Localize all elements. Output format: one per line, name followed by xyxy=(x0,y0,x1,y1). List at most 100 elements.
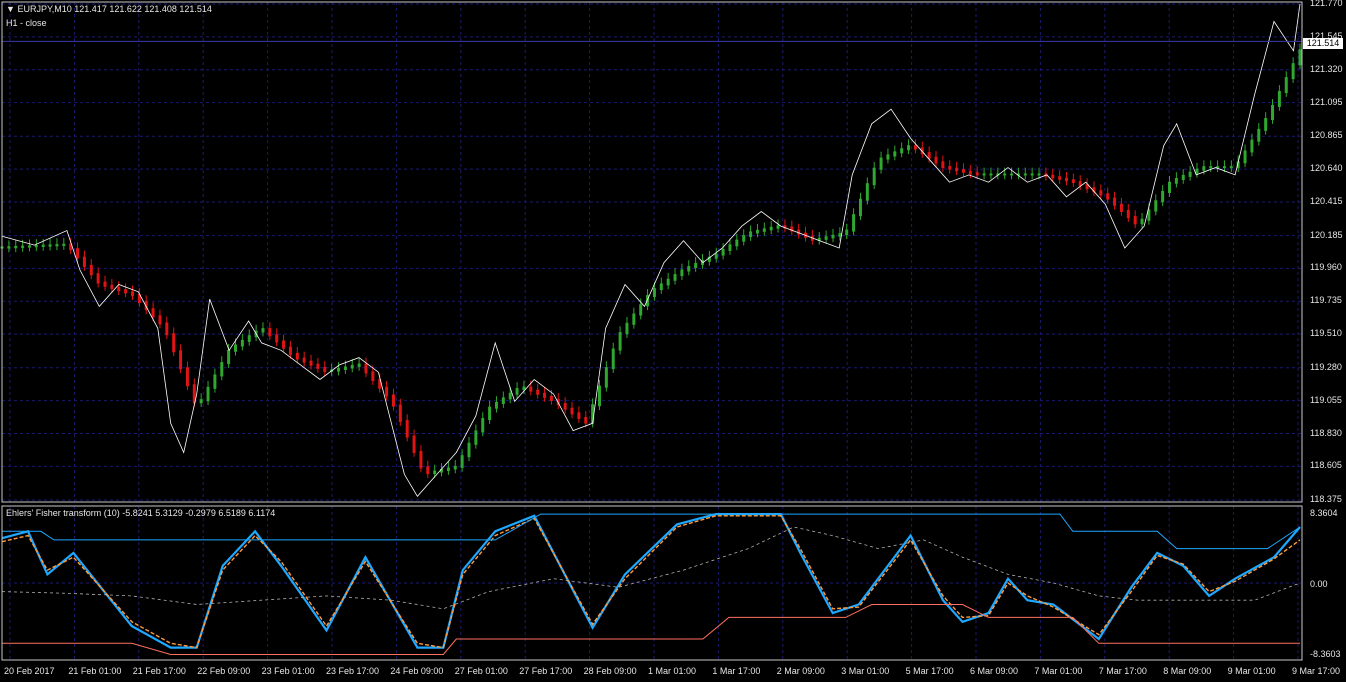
candle-body xyxy=(865,183,869,201)
collapse-triangle-icon[interactable]: ▼ xyxy=(6,4,15,14)
overlay-label: H1 - close xyxy=(6,18,47,28)
candle-body xyxy=(968,170,972,175)
candle-body xyxy=(481,418,485,433)
time-tick-label: 6 Mar 09:00 xyxy=(970,666,1019,676)
price-tick-label: 121.320 xyxy=(1310,63,1343,74)
candle-body xyxy=(76,248,80,259)
candle-body xyxy=(666,278,670,286)
candle-body xyxy=(577,412,581,419)
candle-body xyxy=(824,236,828,240)
candle-body xyxy=(295,352,299,360)
candle-body xyxy=(982,173,986,176)
candle-body xyxy=(975,172,979,176)
candle-body xyxy=(460,455,464,468)
price-tick-label: 121.770 xyxy=(1310,0,1343,8)
candle-body xyxy=(735,239,739,247)
time-tick-label: 20 Feb 2017 xyxy=(4,666,55,676)
candle-body xyxy=(1064,177,1068,182)
candle-body xyxy=(1071,179,1075,184)
candle-body xyxy=(872,167,876,186)
candle-body xyxy=(1051,174,1055,179)
time-tick-label: 21 Feb 01:00 xyxy=(68,666,122,676)
candle-body xyxy=(199,399,203,404)
time-tick-label: 9 Mar 01:00 xyxy=(1227,666,1276,676)
candle-body xyxy=(1003,173,1007,176)
candle-body xyxy=(845,229,849,236)
fisher-axis-zero: 0.00 xyxy=(1310,579,1328,589)
price-tick-label: 119.055 xyxy=(1310,394,1342,405)
candle-body xyxy=(48,244,52,247)
candle-body xyxy=(1277,91,1281,107)
candle-body xyxy=(604,367,608,388)
candle-body xyxy=(536,389,540,395)
candle-body xyxy=(1264,118,1268,131)
candle-body xyxy=(337,367,341,372)
candle-body xyxy=(852,214,856,232)
candle-body xyxy=(206,386,210,402)
candle-body xyxy=(446,467,450,471)
indicator-title: Ehlers' Fisher transform (10) -5.8241 5.… xyxy=(6,508,276,518)
candle-body xyxy=(1119,203,1123,212)
candle-body xyxy=(1010,173,1014,176)
price-chart[interactable] xyxy=(0,3,1303,497)
candle-body xyxy=(172,333,176,353)
time-tick-label: 28 Feb 09:00 xyxy=(583,666,637,676)
time-tick-label: 2 Mar 09:00 xyxy=(776,666,825,676)
candle-body xyxy=(364,363,368,374)
chart-canvas[interactable] xyxy=(0,0,1346,682)
candle-body xyxy=(989,173,993,176)
chart-frame xyxy=(1,1,1303,661)
candle-body xyxy=(103,281,107,287)
candle-body xyxy=(694,262,698,269)
candle-body xyxy=(261,328,265,333)
candle-body xyxy=(1271,104,1275,121)
symbol-info: EURJPY,M10 121.417 121.622 121.408 121.5… xyxy=(17,4,212,14)
candle-body xyxy=(1140,218,1144,225)
candle-body xyxy=(742,235,746,242)
candle-body xyxy=(769,226,773,231)
candle-body xyxy=(1257,128,1261,142)
candle-body xyxy=(858,198,862,217)
candle-body xyxy=(508,392,512,400)
candle-body xyxy=(755,229,759,234)
candle-body xyxy=(467,442,471,458)
time-tick-label: 23 Feb 17:00 xyxy=(326,666,380,676)
candle-body xyxy=(398,404,402,423)
candle-body xyxy=(82,256,86,267)
candle-body xyxy=(687,266,691,272)
current-price-label: 121.514 xyxy=(1303,38,1343,49)
candle-body xyxy=(913,145,917,150)
time-tick-label: 5 Mar 17:00 xyxy=(905,666,954,676)
candle-body xyxy=(1284,77,1288,94)
chart-grid xyxy=(2,2,1302,660)
candle-body xyxy=(385,386,389,397)
candle-body xyxy=(1181,174,1185,180)
time-tick-label: 7 Mar 17:00 xyxy=(1098,666,1147,676)
candle-body xyxy=(879,157,883,170)
candle-body xyxy=(288,346,292,355)
time-tick-label: 8 Mar 09:00 xyxy=(1163,666,1212,676)
candle-body xyxy=(1113,197,1117,206)
candle-body xyxy=(1174,177,1178,184)
candle-body xyxy=(488,406,492,421)
candle-body xyxy=(611,348,615,370)
candle-body xyxy=(680,269,684,277)
candle-body xyxy=(900,148,904,154)
candle-body xyxy=(474,430,478,445)
candle-body xyxy=(412,435,416,453)
candle-body xyxy=(831,234,835,239)
candle-body xyxy=(240,339,244,347)
candle-body xyxy=(433,470,437,475)
candle-body xyxy=(941,161,945,169)
candle-body xyxy=(961,169,965,173)
time-tick-label: 3 Mar 01:00 xyxy=(841,666,890,676)
time-tick-label: 9 Mar 17:00 xyxy=(1292,666,1341,676)
time-tick-label: 22 Feb 09:00 xyxy=(197,666,251,676)
candle-body xyxy=(247,335,251,342)
price-pane-border xyxy=(1,1,1303,503)
candle-body xyxy=(110,284,114,289)
candle-body xyxy=(1133,216,1137,225)
candle-body xyxy=(117,286,121,292)
symbol-header: ▼ EURJPY,M10 121.417 121.622 121.408 121… xyxy=(6,4,212,15)
candle-body xyxy=(89,264,93,276)
